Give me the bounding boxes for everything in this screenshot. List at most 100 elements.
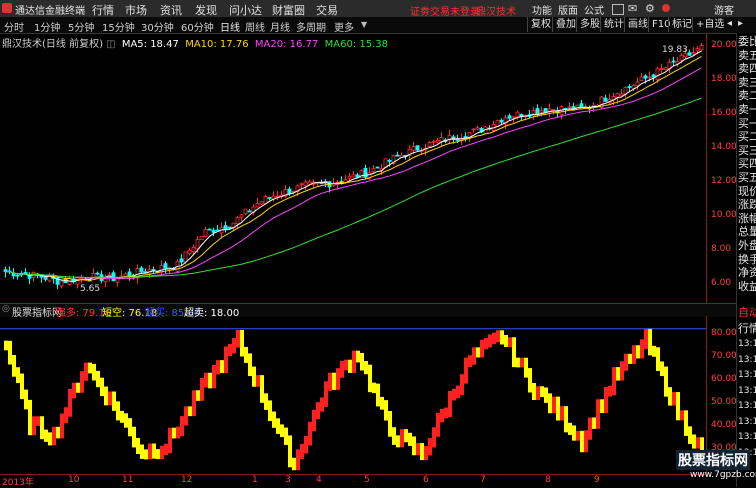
time-tick: 10	[68, 475, 80, 485]
time-tick: 11	[122, 475, 134, 485]
period-15min[interactable]: 15分钟	[102, 19, 135, 34]
layout-icon[interactable]	[612, 4, 624, 15]
price-chart[interactable]	[0, 33, 706, 303]
side-bottom-item[interactable]: 13:11	[738, 368, 756, 382]
menu-shichang[interactable]: 市场	[125, 2, 147, 18]
period-1min[interactable]: 1分钟	[34, 19, 60, 34]
menu-faxian[interactable]: 发现	[195, 2, 217, 18]
side-item[interactable]: 换手	[738, 253, 756, 267]
time-tick: 1	[252, 475, 258, 485]
side-item[interactable]: 卖一	[738, 103, 756, 117]
ma-legend: 鼎汉技术(日线 前复权) ◫ MA5: 18.47 MA10: 17.76 MA…	[2, 35, 388, 50]
more-chevron-icon[interactable]: ▼	[361, 20, 367, 29]
duogu-button[interactable]: 多股	[576, 17, 603, 32]
watermark-url: www.7gpzb.com	[690, 470, 756, 480]
menu-zixun[interactable]: 资讯	[160, 2, 182, 18]
time-tick: 5	[364, 475, 370, 485]
side-bottom-item[interactable]: 13:11	[738, 399, 756, 413]
side-bottom-item[interactable]: 13:11	[738, 430, 756, 444]
side-bottom-item[interactable]: 13:11	[738, 384, 756, 398]
price-axis: 20.00 18.00 16.00 14.00 12.00 10.00 8.00…	[706, 33, 737, 303]
time-tick: 3	[285, 475, 291, 485]
side-item[interactable]: 卖二	[738, 89, 756, 103]
time-tick: 7	[480, 475, 486, 485]
low-price-label: 5.65	[80, 284, 101, 294]
watermark-title: 股票指标网	[676, 450, 750, 470]
period-toolbar: 分时 1分钟 5分钟 15分钟 30分钟 60分钟 日线 周线 月线 多周期 更…	[0, 17, 756, 34]
side-item[interactable]: 买二	[738, 130, 756, 144]
period-week[interactable]: 周线	[245, 19, 265, 34]
side-item[interactable]: 卖四	[738, 62, 756, 76]
side-item[interactable]: 买三	[738, 144, 756, 158]
menu-gongneng[interactable]: 功能	[532, 2, 552, 17]
side-item[interactable]: 涨幅	[738, 212, 756, 226]
price-tick: 12.00	[711, 176, 737, 186]
side-item[interactable]: 卖五	[738, 49, 756, 63]
biaoji-button[interactable]: 标记	[668, 17, 695, 32]
huaxian-button[interactable]: 画线	[624, 17, 651, 32]
settings-icon[interactable]: ⚙	[645, 2, 655, 15]
side-bottom-item[interactable]: 13:11	[738, 415, 756, 429]
menu-hangqing[interactable]: 行情	[92, 2, 114, 18]
side-item[interactable]: 现价	[738, 185, 756, 199]
price-tick: 20.00	[711, 40, 737, 50]
period-more[interactable]: 更多	[334, 19, 354, 34]
indicator-tick: 50.00	[711, 397, 737, 407]
side-bottom-item[interactable]: 自动	[738, 306, 756, 320]
indicator-chart[interactable]	[0, 316, 706, 474]
fuquan-button[interactable]: 复权	[527, 17, 554, 32]
ma20-value: MA20: 16.77	[254, 39, 319, 50]
menu-jiaoyi[interactable]: 交易	[316, 2, 338, 18]
indicator-tick: 70.00	[711, 351, 737, 361]
menu-gongshi[interactable]: 公式	[584, 2, 604, 17]
side-item[interactable]: 委比	[738, 35, 756, 49]
side-item[interactable]: 买四	[738, 157, 756, 171]
period-5min[interactable]: 5分钟	[68, 19, 94, 34]
side-item[interactable]: 买一	[738, 117, 756, 131]
user-icon[interactable]	[662, 4, 670, 12]
ma5-value: MA5: 18.47	[121, 39, 179, 50]
prev-icon[interactable]: ◂	[727, 18, 732, 29]
side-item[interactable]: 卖三	[738, 76, 756, 90]
period-60min[interactable]: 60分钟	[181, 19, 214, 34]
app-title: 通达信金融终端	[15, 6, 85, 17]
price-tick: 6.00	[711, 278, 732, 288]
period-day[interactable]: 日线	[220, 19, 240, 34]
add-favorite-button[interactable]: +自选	[692, 17, 727, 32]
side-item[interactable]: 涨跌	[738, 198, 756, 212]
indicator-settings-icon[interactable]: ◎	[2, 304, 10, 314]
ma10-value: MA10: 17.76	[185, 39, 249, 50]
side-item[interactable]: 收益	[738, 280, 756, 294]
diejia-button[interactable]: 叠加	[552, 17, 579, 32]
message-icon[interactable]: ✉	[628, 2, 637, 15]
period-month[interactable]: 月线	[270, 19, 290, 34]
period-fenshi[interactable]: 分时	[4, 19, 24, 34]
chart-title: 鼎汉技术(日线 前复权)	[2, 39, 103, 50]
side-item[interactable]: 净资	[738, 266, 756, 280]
side-item[interactable]: 外盘	[738, 239, 756, 253]
app-logo-icon	[2, 3, 12, 13]
indicator-tick: 60.00	[711, 374, 737, 384]
side-item[interactable]: 总量	[738, 225, 756, 239]
menu-banmian[interactable]: 版面	[558, 2, 578, 17]
dropdown-icon[interactable]: ◫	[106, 39, 115, 50]
period-30min[interactable]: 30分钟	[141, 19, 174, 34]
trade-login-warning[interactable]: 证劵交易未登录	[410, 3, 480, 18]
time-axis: 2013年 10 11 12 1 3 4 5 6 7 8 9	[0, 474, 706, 488]
next-icon[interactable]: ▸	[738, 18, 743, 29]
side-item[interactable]: 买五	[738, 171, 756, 185]
side-bottom-item[interactable]: 13:11	[738, 353, 756, 367]
guest-label[interactable]: 游客	[714, 2, 734, 17]
high-price-label: 19.83	[662, 45, 688, 55]
price-tick: 16.00	[711, 108, 737, 118]
menu-caifuquan[interactable]: 财富圈	[272, 2, 305, 18]
menu-wenxiaoda[interactable]: 问小达	[229, 2, 262, 18]
tongji-button[interactable]: 统计	[600, 17, 627, 32]
stock-name-title: 鼎汉技术	[476, 7, 516, 18]
price-tick: 14.00	[711, 142, 737, 152]
time-tick: 12	[181, 475, 193, 485]
side-bottom-item[interactable]: 行情	[738, 322, 756, 336]
price-tick: 8.00	[711, 244, 732, 254]
period-multi[interactable]: 多周期	[296, 19, 326, 34]
side-bottom-item[interactable]: 13:11	[738, 337, 756, 351]
